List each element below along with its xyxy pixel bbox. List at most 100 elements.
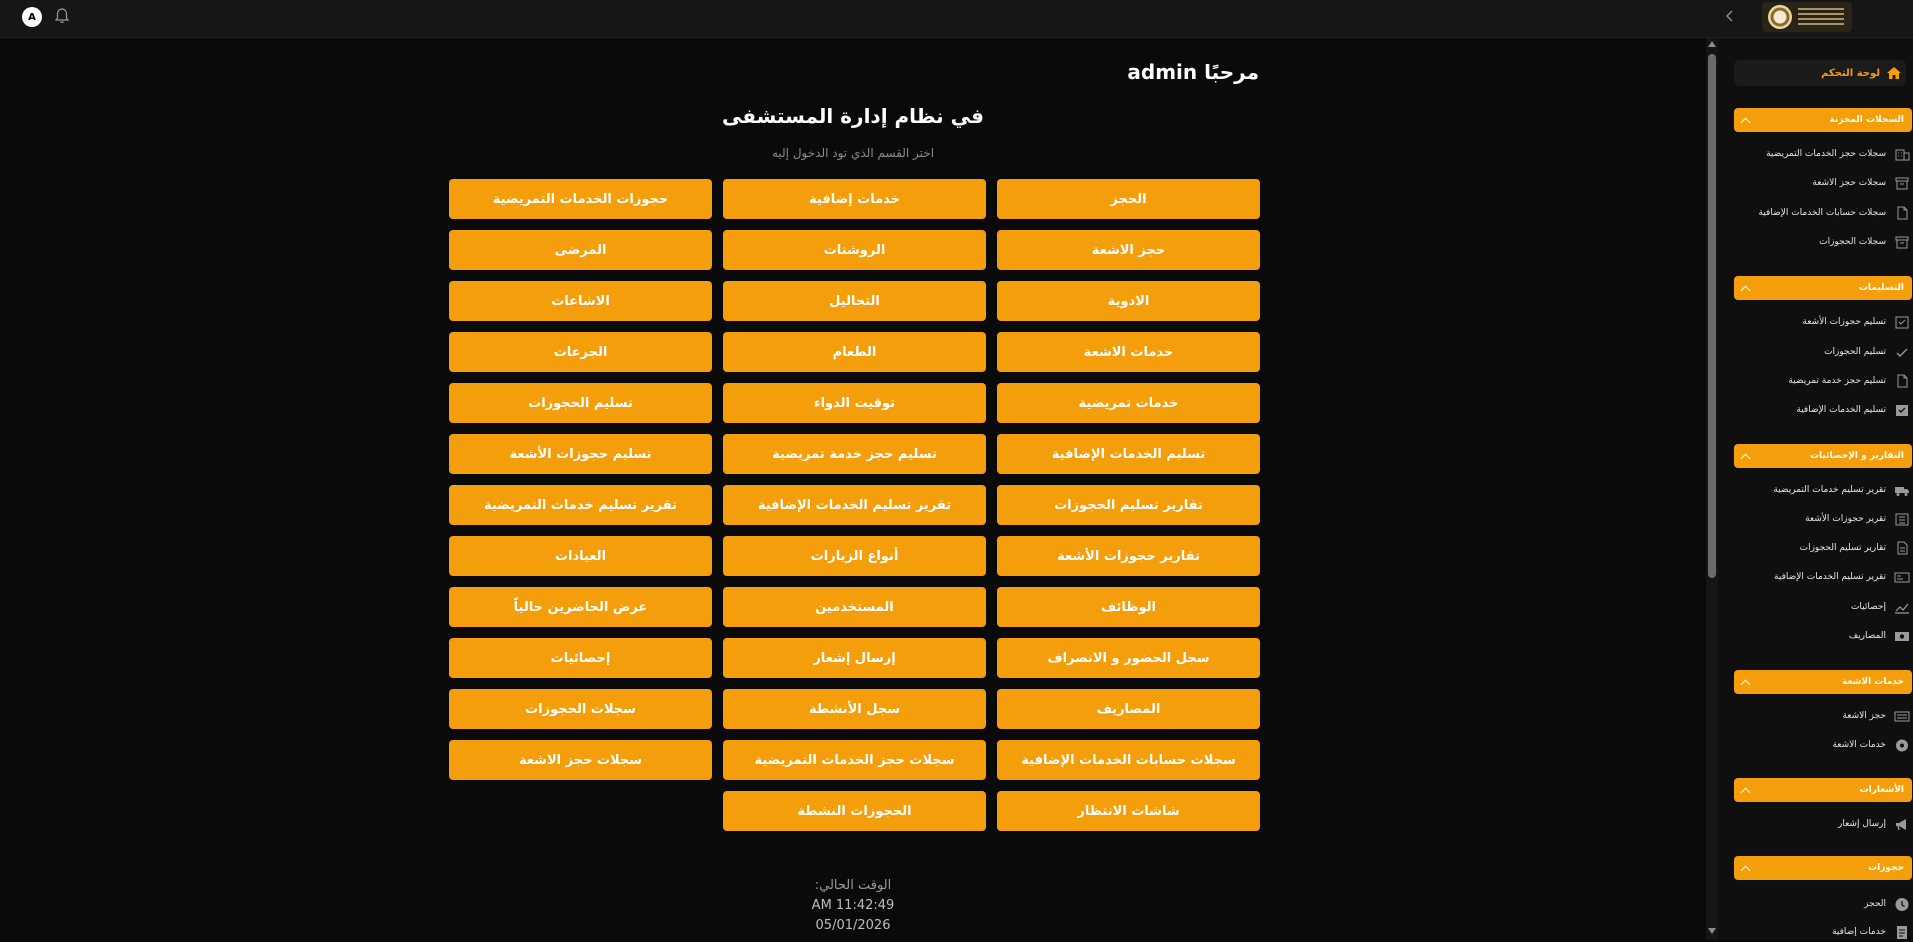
section-button[interactable]: خدمات تمريضية (997, 383, 1260, 423)
section-button[interactable]: الاشاعات (449, 281, 712, 321)
chevron-up-icon (1740, 865, 1751, 875)
section-button[interactable]: سجل الحضور و الانصراف (997, 638, 1260, 678)
sidebar-item[interactable]: سجلات الحجوزات (1734, 232, 1912, 252)
clock-date: 05/01/2026 (815, 918, 891, 933)
clock-icon (1894, 897, 1910, 911)
sidebar-item-label: إحصائيات (1850, 602, 1886, 612)
section-button[interactable]: الروشتات (723, 230, 986, 270)
scroll-thumb[interactable] (1708, 54, 1716, 578)
sidebar-item[interactable]: تقارير تسليم الحجوزات (1734, 538, 1912, 558)
section-button[interactable]: العيادات (449, 536, 712, 576)
main-scrollbar[interactable] (1706, 38, 1718, 940)
main-content: مرحبًا admin في نظام إدارة المستشفى اختر… (0, 38, 1706, 940)
section-button[interactable]: الطعام (723, 332, 986, 372)
collapse-sidebar-icon[interactable] (1722, 8, 1738, 24)
sidebar-section-header[interactable]: الأشعارات (1734, 778, 1912, 802)
archive-icon (1894, 235, 1910, 249)
sidebar-item[interactable]: حجز الاشعة (1734, 706, 1912, 726)
user-avatar[interactable]: A (22, 7, 42, 27)
section-button[interactable]: شاشات الانتظار (997, 791, 1260, 831)
section-button[interactable]: سجل الأنشطة (723, 689, 986, 729)
doc-icon (1894, 925, 1910, 939)
sidebar-item[interactable]: تسليم حجوزات الأشعة (1734, 312, 1912, 332)
sidebar-item[interactable]: إرسال إشعار (1734, 814, 1912, 834)
sidebar-section-header[interactable]: خدمات الاشعة (1734, 670, 1912, 694)
section-button[interactable]: المصاريف (997, 689, 1260, 729)
section-button[interactable]: التحاليل (723, 281, 986, 321)
section-button[interactable]: الحجوزات النشطة (723, 791, 986, 831)
sidebar-section-title: التقارير و الإحصائيات (1809, 451, 1904, 461)
section-button[interactable]: تقارير حجوزات الأشعة (997, 536, 1260, 576)
section-button[interactable]: تسليم حجوزات الأشعة (449, 434, 712, 474)
sidebar-item[interactable]: تقرير تسليم الخدمات الإضافية (1734, 567, 1912, 587)
scroll-up-icon[interactable] (1708, 41, 1716, 47)
section-button[interactable]: الحجز (997, 179, 1260, 219)
report-icon (1894, 541, 1910, 555)
section-button[interactable]: الادوية (997, 281, 1260, 321)
sidebar-item[interactable]: تقرير تسليم خدمات التمريضية (1734, 480, 1912, 500)
bell-icon[interactable] (54, 7, 70, 25)
section-button[interactable]: المستخدمين (723, 587, 986, 627)
sidebar-item[interactable]: تسليم حجز خدمة تمريضية (1734, 371, 1912, 391)
section-button[interactable]: حجز الاشعة (997, 230, 1260, 270)
sidebar-item-label: لوحة التحكم (1821, 67, 1880, 79)
section-button[interactable]: سجلات الحجوزات (449, 689, 712, 729)
section-button[interactable]: تقرير تسليم الخدمات الإضافية (723, 485, 986, 525)
disc-icon (1894, 738, 1910, 752)
section-button[interactable]: حجوزات الخدمات التمريضية (449, 179, 712, 219)
sidebar-item-label: خدمات إضافية (1832, 927, 1886, 937)
section-button[interactable]: خدمات الاشعة (997, 332, 1260, 372)
section-button[interactable]: تسليم الحجوزات (449, 383, 712, 423)
section-button[interactable]: إحصائيات (449, 638, 712, 678)
sidebar-item[interactable]: تسليم الخدمات الإضافية (1734, 400, 1912, 420)
section-button[interactable]: سجلات حسابات الخدمات الإضافية (997, 740, 1260, 780)
scroll-down-icon[interactable] (1708, 928, 1716, 934)
sidebar-item[interactable]: المصاريف (1734, 626, 1912, 646)
section-button[interactable]: تسليم حجز خدمة تمريضية (723, 434, 986, 474)
sidebar-item-label: سجلات حسابات الخدمات الإضافية (1758, 208, 1886, 218)
sidebar-item-label: تسليم حجز خدمة تمريضية (1788, 376, 1886, 386)
section-button[interactable]: توقيت الدواء (723, 383, 986, 423)
section-button[interactable]: الوظائف (997, 587, 1260, 627)
chevron-up-icon (1740, 679, 1751, 689)
money-icon (1894, 629, 1910, 643)
sidebar-item-label: إرسال إشعار (1837, 819, 1886, 829)
section-button[interactable]: إرسال إشعار (723, 638, 986, 678)
sidebar-item[interactable]: تقرير حجوزات الأشعة (1734, 509, 1912, 529)
sidebar-item-dashboard[interactable]: لوحة التحكم (1734, 60, 1906, 86)
sidebar-section-header[interactable]: التقارير و الإحصائيات (1734, 444, 1912, 468)
section-button[interactable]: المرضى (449, 230, 712, 270)
section-button[interactable]: تقرير تسليم خدمات التمريضية (449, 485, 712, 525)
sidebar-item[interactable]: سجلات حجز الخدمات التمريضية (1734, 144, 1912, 164)
sidebar-item[interactable]: خدمات الاشعة (1734, 735, 1912, 755)
section-buttons-grid: الحجز خدمات إضافية حجوزات الخدمات التمريضي… (448, 179, 1260, 831)
section-button[interactable]: تقارير تسليم الحجوزات (997, 485, 1260, 525)
section-button[interactable]: سجلات حجز الاشعة (449, 740, 712, 780)
archive-icon (1894, 176, 1910, 190)
sidebar-item[interactable]: إحصائيات (1734, 597, 1912, 617)
sidebar-item[interactable]: تسليم الحجوزات (1734, 342, 1912, 362)
chevron-up-icon (1740, 453, 1751, 463)
section-button[interactable]: الجرعات (449, 332, 712, 372)
sidebar-item[interactable]: خدمات إضافية (1734, 922, 1912, 942)
scan-icon (1894, 709, 1910, 723)
sidebar-item[interactable]: سجلات حسابات الخدمات الإضافية (1734, 203, 1912, 223)
sidebar-section-header[interactable]: حجوزات (1734, 856, 1912, 880)
sidebar-item-label: سجلات الحجوزات (1819, 237, 1886, 247)
sidebar-item-label: الحجز (1864, 899, 1886, 909)
sidebar-section-header[interactable]: التسليمات (1734, 276, 1912, 300)
section-button[interactable]: تسليم الخدمات الإضافية (997, 434, 1260, 474)
sidebar-item-label: تقارير تسليم الحجوزات (1799, 543, 1886, 553)
welcome-title: مرحبًا admin (1127, 60, 1259, 84)
section-button[interactable]: أنواع الزيارات (723, 536, 986, 576)
section-button[interactable]: خدمات إضافية (723, 179, 986, 219)
sidebar-item[interactable]: سجلات حجز الاشعة (1734, 173, 1912, 193)
section-button[interactable]: سجلات حجز الخدمات التمريضية (723, 740, 986, 780)
sidebar-item[interactable]: الحجز (1734, 894, 1912, 914)
sidebar-item-label: سجلات حجز الخدمات التمريضية (1766, 149, 1886, 159)
sidebar-item-label: تقرير حجوزات الأشعة (1805, 514, 1886, 524)
file-icon (1894, 206, 1910, 220)
home-icon (1886, 66, 1902, 80)
section-button[interactable]: عرض الحاضرين حالياً (449, 587, 712, 627)
sidebar-section-header[interactable]: السجلات المخزنة (1734, 108, 1912, 132)
